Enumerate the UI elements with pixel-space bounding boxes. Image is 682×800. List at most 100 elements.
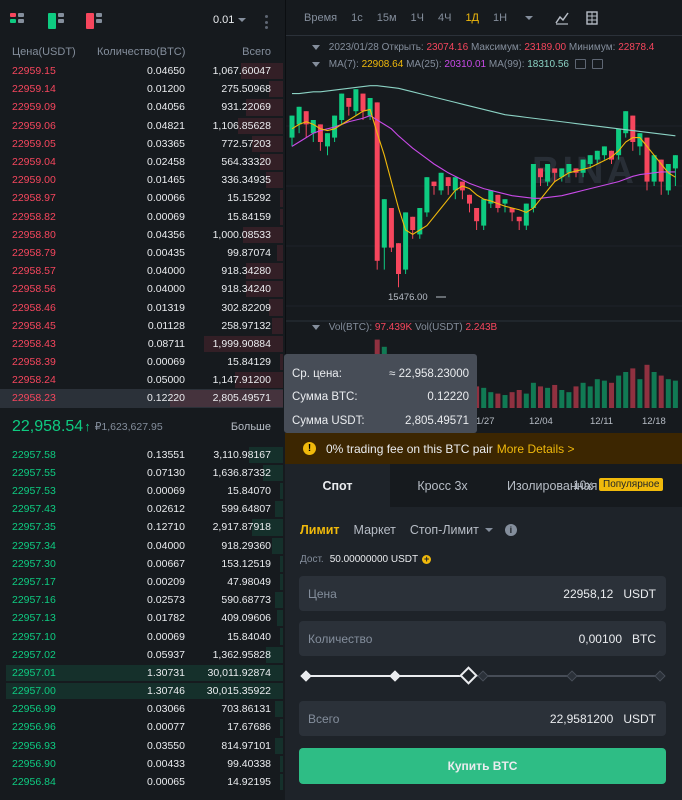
bid-row[interactable]: 22957.16 0.02573 590.68773 bbox=[0, 591, 283, 609]
ask-price: 22958.97 bbox=[12, 192, 56, 205]
buy-btc-button[interactable]: Купить BTC bbox=[299, 748, 666, 784]
ask-qty: 0.05000 bbox=[147, 374, 185, 387]
ask-qty: 0.00066 bbox=[147, 192, 185, 205]
tooltip-usdt-label: Сумма USDT: bbox=[292, 414, 365, 427]
total-value[interactable]: 22,9581200 bbox=[550, 712, 613, 726]
bid-row[interactable]: 22957.00 1.30746 30,015.35922 bbox=[0, 682, 283, 700]
slider-thumb[interactable] bbox=[459, 666, 478, 685]
bid-qty: 0.02573 bbox=[147, 594, 185, 607]
bid-row[interactable]: 22957.30 0.00667 153.12519 bbox=[0, 555, 283, 573]
bid-row[interactable]: 22956.93 0.03550 814.97101 bbox=[0, 737, 283, 755]
ask-row[interactable]: 22958.43 0.08711 1,999.90884 bbox=[0, 335, 283, 353]
slider-mark-0[interactable] bbox=[300, 670, 312, 682]
orderbook-asks-view-icon[interactable] bbox=[86, 13, 102, 29]
candle-body bbox=[502, 199, 508, 204]
ask-row[interactable]: 22958.46 0.01319 302.82209 bbox=[0, 298, 283, 316]
bid-total: 17.67686 bbox=[227, 721, 271, 734]
low-marker: 15476.00 bbox=[388, 292, 428, 303]
bid-row[interactable]: 22957.53 0.00069 15.84070 bbox=[0, 482, 283, 500]
bid-row[interactable]: 22956.99 0.03066 703.86131 bbox=[0, 700, 283, 718]
ask-row[interactable]: 22958.57 0.04000 918.34280 bbox=[0, 262, 283, 280]
more-link[interactable]: Больше bbox=[231, 421, 271, 433]
ask-row[interactable]: 22958.79 0.00435 99.87074 bbox=[0, 244, 283, 262]
bid-total: 1,362.95828 bbox=[212, 648, 271, 661]
ask-row[interactable]: 22958.23 0.12220 2,805.49571 bbox=[0, 389, 283, 408]
slider-mark-1[interactable] bbox=[388, 670, 401, 682]
chevron-down-icon[interactable] bbox=[484, 528, 493, 532]
timeframe-2[interactable]: 15м bbox=[377, 12, 397, 24]
bid-row[interactable]: 22956.96 0.00077 17.67686 bbox=[0, 718, 283, 736]
bid-qty: 0.00209 bbox=[147, 575, 185, 588]
bid-row[interactable]: 22957.35 0.12710 2,917.87918 bbox=[0, 518, 283, 536]
more-options-icon[interactable] bbox=[264, 15, 268, 29]
bid-row[interactable]: 22957.43 0.02612 599.64807 bbox=[0, 500, 283, 518]
bid-row[interactable]: 22956.84 0.00065 14.92195 bbox=[0, 773, 283, 791]
more-details-link[interactable]: More Details > bbox=[497, 442, 575, 456]
orderbook-bids-view-icon[interactable] bbox=[48, 13, 64, 29]
timeframe-0[interactable]: Время bbox=[304, 12, 337, 24]
collapse-icon[interactable] bbox=[312, 324, 320, 330]
ask-row[interactable]: 22959.04 0.02458 564.33320 bbox=[0, 153, 283, 171]
slider-mark-2[interactable] bbox=[477, 670, 489, 682]
bid-row[interactable]: 22957.01 1.30731 30,011.92874 bbox=[0, 664, 283, 682]
ask-row[interactable]: 22959.00 0.01465 336.34935 bbox=[0, 171, 283, 189]
bid-row[interactable]: 22957.17 0.00209 47.98049 bbox=[0, 573, 283, 591]
ask-price: 22958.45 bbox=[12, 319, 56, 332]
total-input[interactable]: Всего 22,9581200 USDT bbox=[299, 701, 666, 736]
bid-total: 590.68773 bbox=[221, 594, 271, 607]
more-timeframes-icon[interactable] bbox=[525, 15, 534, 20]
bid-price: 22957.55 bbox=[12, 466, 56, 479]
tab-spot[interactable]: Спот bbox=[285, 464, 390, 507]
candle-body bbox=[545, 164, 551, 182]
slider-mark-4[interactable] bbox=[654, 670, 666, 682]
tab-cross[interactable]: Кросс 3x bbox=[390, 464, 495, 507]
bid-row[interactable]: 22956.90 0.00433 99.40338 bbox=[0, 755, 283, 773]
info-icon[interactable]: i bbox=[504, 524, 517, 536]
bid-row[interactable]: 22957.55 0.07130 1,636.87332 bbox=[0, 464, 283, 482]
bid-row[interactable]: 22957.10 0.00069 15.84040 bbox=[0, 627, 283, 645]
orderbook-both-view-icon[interactable] bbox=[10, 13, 26, 29]
ask-row[interactable]: 22958.45 0.01128 258.97132 bbox=[0, 317, 283, 335]
timeframe-1[interactable]: 1с bbox=[351, 12, 363, 24]
candle-body bbox=[481, 199, 487, 226]
indicators-icon[interactable] bbox=[555, 11, 569, 25]
ask-row[interactable]: 22958.39 0.00069 15.84129 bbox=[0, 353, 283, 371]
ask-row[interactable]: 22958.97 0.00066 15.15292 bbox=[0, 189, 283, 207]
timeframe-4[interactable]: 4Ч bbox=[438, 12, 451, 24]
timeframe-3[interactable]: 1Ч bbox=[411, 12, 424, 24]
amount-input[interactable]: Количество 0,00100 BTC bbox=[299, 621, 666, 656]
ask-row[interactable]: 22958.24 0.05000 1,147.91200 bbox=[0, 371, 283, 389]
ask-row[interactable]: 22958.82 0.00069 15.84159 bbox=[0, 208, 283, 226]
layout-grid-icon[interactable] bbox=[585, 10, 599, 25]
tooltip-btc-label: Сумма BTC: bbox=[292, 391, 358, 404]
bid-price: 22957.13 bbox=[12, 612, 56, 625]
bid-row[interactable]: 22957.58 0.13551 3,110.98167 bbox=[0, 446, 283, 464]
ask-row[interactable]: 22959.09 0.04056 931.22069 bbox=[0, 98, 283, 116]
available-label: Дост. bbox=[300, 554, 324, 565]
tab-isolated[interactable]: Изолированная bbox=[495, 464, 597, 507]
ask-row[interactable]: 22959.15 0.04650 1,067.60047 bbox=[0, 62, 283, 80]
volume-bar bbox=[573, 386, 579, 408]
timeframe-6[interactable]: 1Н bbox=[493, 12, 507, 24]
price-input[interactable]: Цена 22958,12 USDT bbox=[299, 576, 666, 611]
precision-select[interactable]: 0.01 bbox=[213, 14, 247, 26]
ask-row[interactable]: 22958.80 0.04356 1,000.08533 bbox=[0, 226, 283, 244]
price-value[interactable]: 22958,12 bbox=[563, 587, 613, 601]
ask-row[interactable]: 22959.05 0.03365 772.57203 bbox=[0, 135, 283, 153]
order-type-stop-limit[interactable]: Стоп-Лимит bbox=[410, 523, 479, 537]
add-funds-icon[interactable]: + bbox=[422, 555, 432, 564]
amount-value[interactable]: 0,00100 bbox=[579, 632, 622, 646]
ask-row[interactable]: 22959.14 0.01200 275.50968 bbox=[0, 80, 283, 98]
bid-price: 22957.10 bbox=[12, 630, 56, 643]
timeframe-5[interactable]: 1Д bbox=[465, 12, 479, 24]
bid-row[interactable]: 22957.34 0.04000 918.29360 bbox=[0, 537, 283, 555]
order-type-market[interactable]: Маркет bbox=[354, 523, 396, 537]
bid-row[interactable]: 22957.13 0.01782 409.09606 bbox=[0, 609, 283, 627]
order-type-limit[interactable]: Лимит bbox=[300, 523, 340, 537]
ask-total: 931.22069 bbox=[221, 101, 271, 114]
amount-slider[interactable] bbox=[300, 666, 666, 685]
ask-row[interactable]: 22959.06 0.04821 1,106.85628 bbox=[0, 117, 283, 135]
bid-row[interactable]: 22957.02 0.05937 1,362.95828 bbox=[0, 646, 283, 664]
slider-mark-3[interactable] bbox=[565, 670, 578, 682]
ask-row[interactable]: 22958.56 0.04000 918.34240 bbox=[0, 280, 283, 298]
